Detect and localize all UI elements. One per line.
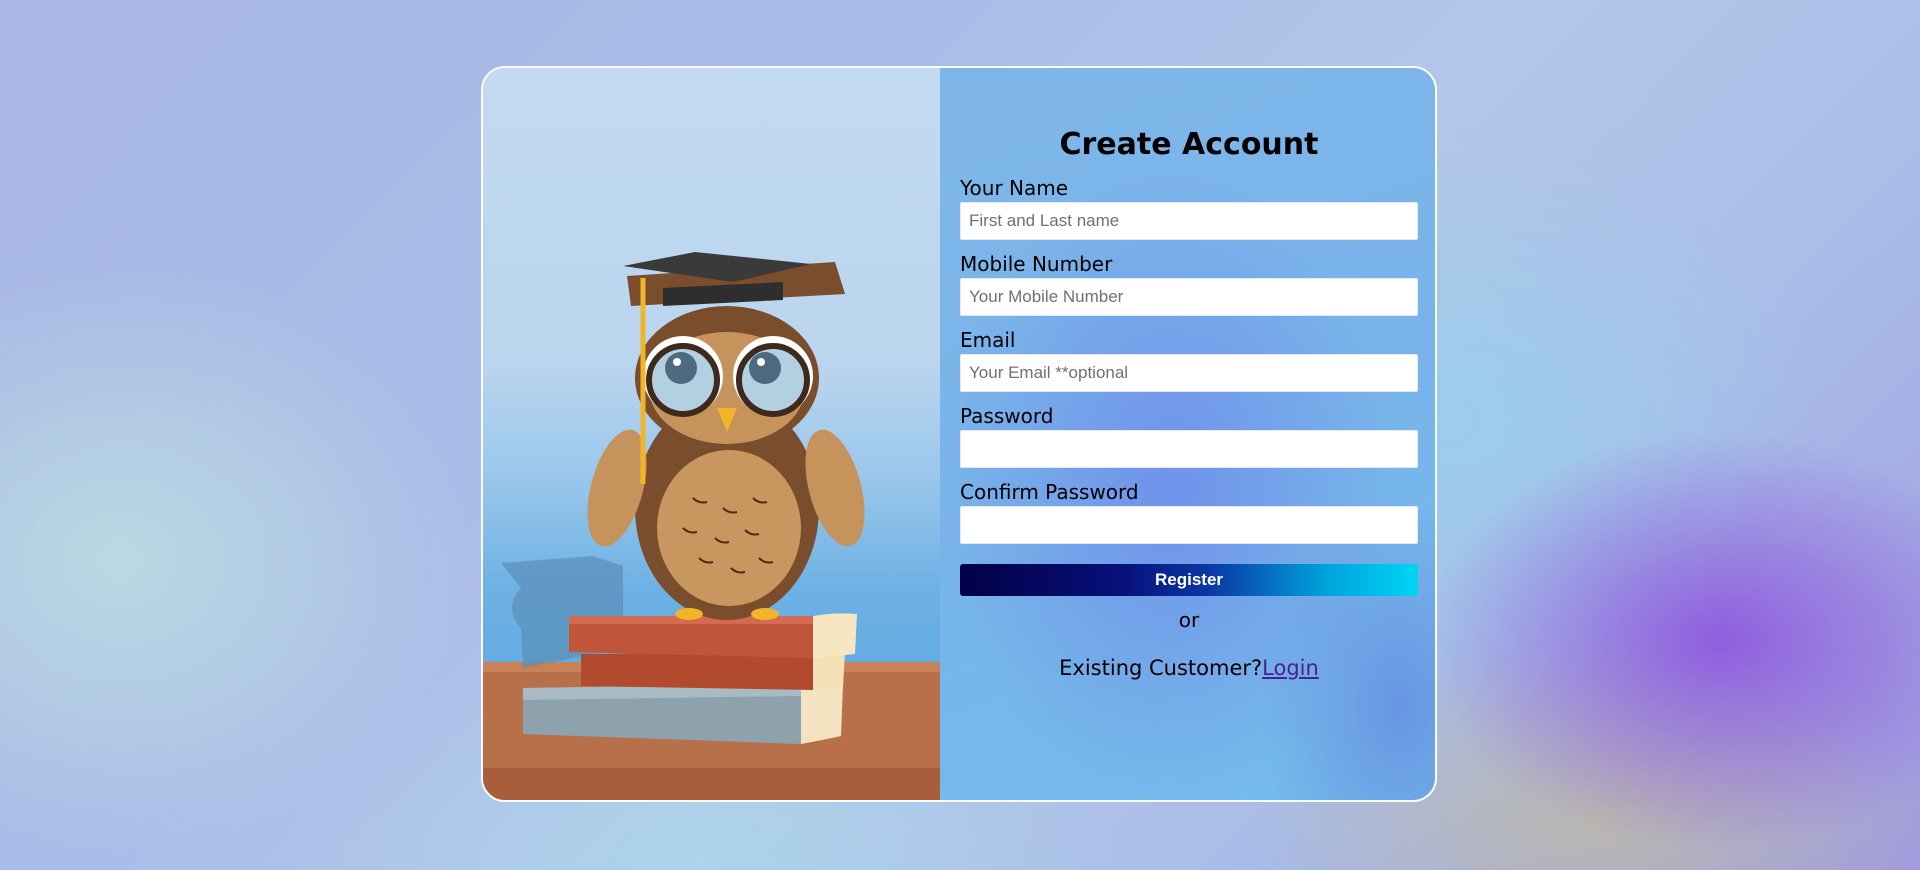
mobile-label: Mobile Number	[960, 252, 1113, 276]
register-button[interactable]: Register	[960, 564, 1418, 596]
name-label: Your Name	[960, 176, 1069, 200]
illustration-panel	[483, 68, 940, 800]
mobile-field-group: Mobile Number	[960, 250, 1418, 316]
existing-customer-text: Existing Customer?	[1059, 656, 1263, 680]
register-card: Create Account Your Name Mobile Number E…	[481, 66, 1437, 802]
confirm-password-label: Confirm Password	[960, 480, 1139, 504]
or-separator: or	[1178, 608, 1200, 632]
password-field-group: Password	[960, 402, 1418, 468]
password-label: Password	[960, 404, 1054, 428]
existing-customer-line: Existing Customer?Login	[960, 656, 1418, 680]
password-input[interactable]	[960, 430, 1418, 468]
confirm-password-input[interactable]	[960, 506, 1418, 544]
form-title: Create Account	[1059, 127, 1319, 162]
mobile-input[interactable]	[960, 278, 1418, 316]
login-link[interactable]: Login	[1262, 656, 1319, 680]
email-input[interactable]	[960, 354, 1418, 392]
name-input[interactable]	[960, 202, 1418, 240]
email-field-group: Email	[960, 326, 1418, 392]
owl-illustration	[483, 252, 940, 800]
confirm-password-field-group: Confirm Password	[960, 478, 1418, 544]
register-form: Create Account Your Name Mobile Number E…	[940, 68, 1435, 800]
email-label: Email	[960, 328, 1016, 352]
name-field-group: Your Name	[960, 174, 1418, 240]
